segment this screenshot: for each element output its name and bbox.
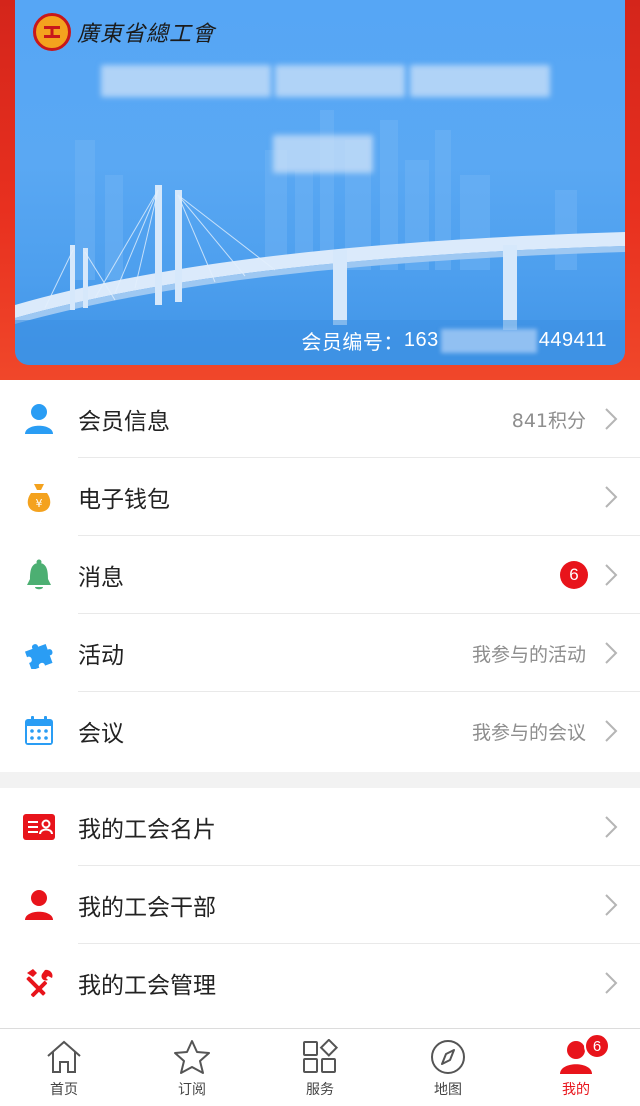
tab-mine[interactable]: 我的 6 <box>512 1029 640 1106</box>
menu-label: 活动 <box>78 643 124 669</box>
member-number: 会员编号： 163 449411 <box>301 326 607 355</box>
chevron-right-icon <box>605 720 618 742</box>
menu-item-union-manage[interactable]: 我的工会管理 <box>0 944 640 1022</box>
membership-card[interactable]: 廣東省總工會 会员编号： 163 449411 <box>15 0 625 365</box>
tab-services[interactable]: 服务 <box>256 1029 384 1106</box>
union-emblem-icon <box>33 13 71 51</box>
menu-label: 会员信息 <box>78 409 170 435</box>
calendar-icon <box>22 714 56 748</box>
tools-icon <box>22 966 56 1000</box>
menu-item-wallet[interactable]: ¥ 电子钱包 <box>0 458 640 536</box>
grid-icon <box>300 1037 340 1077</box>
chevron-right-icon <box>605 642 618 664</box>
unread-badge: 6 <box>560 561 588 589</box>
bell-icon <box>22 558 56 592</box>
menu-item-activities[interactable]: 活动 我参与的活动 <box>0 614 640 692</box>
menu-label: 我的工会管理 <box>78 973 216 999</box>
home-icon <box>44 1037 84 1077</box>
card-banner: 廣東省總工會 会员编号： 163 449411 <box>0 0 640 380</box>
org-name: 廣東省總工會 <box>77 22 216 47</box>
menu-label: 消息 <box>78 565 124 591</box>
redacted-name <box>410 65 550 97</box>
compass-icon <box>428 1037 468 1077</box>
menu-group-primary: 会员信息 841积分 ¥ 电子钱包 消息 6 活动 我参与的活动 会议 我参与的… <box>0 380 640 770</box>
bridge-skyline-illustration <box>15 110 625 365</box>
member-number-prefix: 163 <box>403 329 439 351</box>
member-number-mask <box>440 328 537 353</box>
bottom-tab-bar: 首页 订阅 服务 地图 我的 6 <box>0 1028 640 1106</box>
chevron-right-icon <box>605 972 618 994</box>
redacted-name <box>275 65 405 97</box>
member-number-suffix: 449411 <box>538 329 607 351</box>
chevron-right-icon <box>605 894 618 916</box>
money-bag-icon: ¥ <box>22 480 56 514</box>
tab-label: 订阅 <box>178 1082 206 1098</box>
tab-home[interactable]: 首页 <box>0 1029 128 1106</box>
tab-subscribe[interactable]: 订阅 <box>128 1029 256 1106</box>
my-meetings-link: 我参与的会议 <box>471 721 586 744</box>
menu-item-union-card[interactable]: 我的工会名片 <box>0 788 640 866</box>
redacted-id <box>273 135 373 173</box>
menu-item-meetings[interactable]: 会议 我参与的会议 <box>0 692 640 770</box>
person-icon <box>22 402 56 436</box>
chevron-right-icon <box>605 564 618 586</box>
menu-label: 我的工会名片 <box>78 817 216 843</box>
profile-page: 廣東省總工會 会员编号： 163 449411 会员信息 841积分 ¥ 电子钱… <box>0 0 640 1106</box>
menu-label: 会议 <box>78 721 124 747</box>
tab-label: 首页 <box>50 1082 78 1098</box>
id-card-icon <box>22 810 56 844</box>
person-icon <box>22 888 56 922</box>
tab-label: 地图 <box>434 1082 462 1098</box>
tab-label: 服务 <box>306 1082 334 1098</box>
org-logo: 廣東省總工會 <box>33 12 215 52</box>
member-number-label: 会员编号： <box>301 332 404 354</box>
tab-label: 我的 <box>562 1082 590 1098</box>
menu-label: 我的工会干部 <box>78 895 216 921</box>
puzzle-icon <box>22 636 56 670</box>
section-separator <box>0 772 640 788</box>
points-value: 841积分 <box>511 409 586 432</box>
star-icon <box>172 1037 212 1077</box>
chevron-right-icon <box>605 816 618 838</box>
chevron-right-icon <box>605 486 618 508</box>
menu-group-union: 我的工会名片 我的工会干部 我的工会管理 <box>0 788 640 1022</box>
my-activities-link: 我参与的活动 <box>471 643 586 666</box>
redacted-name <box>101 65 271 97</box>
chevron-right-icon <box>605 408 618 430</box>
menu-item-messages[interactable]: 消息 6 <box>0 536 640 614</box>
menu-item-member-info[interactable]: 会员信息 841积分 <box>0 380 640 458</box>
menu-label: 电子钱包 <box>78 487 170 513</box>
menu-item-union-cadre[interactable]: 我的工会干部 <box>0 866 640 944</box>
svg-text:¥: ¥ <box>36 497 43 510</box>
tab-map[interactable]: 地图 <box>384 1029 512 1106</box>
tab-badge: 6 <box>584 1033 610 1059</box>
